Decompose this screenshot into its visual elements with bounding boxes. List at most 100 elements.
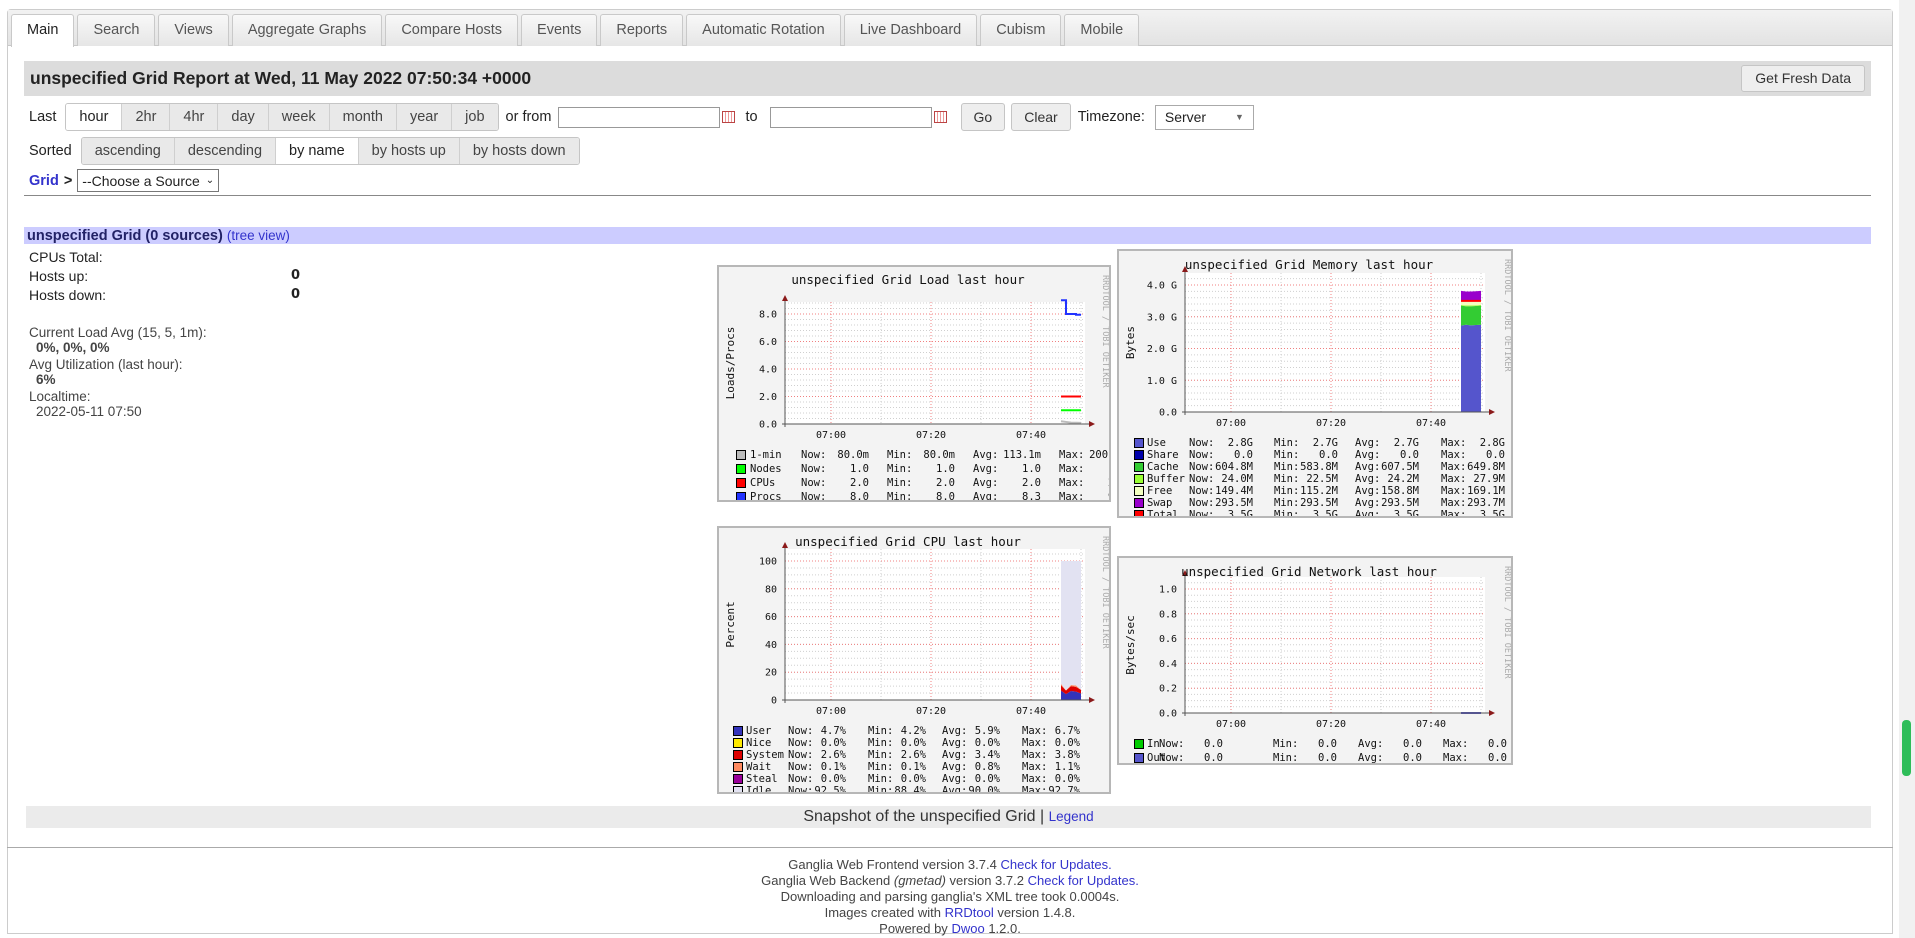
legend-avg-label: Avg: <box>973 477 999 489</box>
tab-events[interactable]: Events <box>521 14 598 46</box>
legend-now-value: 8.0 <box>850 491 869 502</box>
x-tick-label: 07:20 <box>916 430 946 441</box>
footer: Ganglia Web Frontend version 3.7.4 Check… <box>7 857 1893 937</box>
legend-max-value: 293.7M <box>1467 497 1505 509</box>
y-axis-label: Bytes/sec <box>1124 615 1137 675</box>
legend-max-value: 6.7% <box>1054 725 1080 737</box>
range-month[interactable]: month <box>329 104 397 130</box>
range-hour[interactable]: hour <box>66 104 123 130</box>
legend-avg-value: 0.8% <box>974 761 1000 773</box>
legend-avg-label: Avg: <box>1358 752 1384 764</box>
legend-row: Wait Now: 0.1% Min: 0.1% Avg: 0.8% Max: 1.1% <box>719 761 1109 773</box>
range-year[interactable]: year <box>396 104 453 130</box>
legend-avg-value: 158.8M <box>1381 485 1419 497</box>
page-scrollbar[interactable] <box>1899 0 1915 938</box>
tab-live-dashboard[interactable]: Live Dashboard <box>843 14 978 46</box>
legend-series-name: Procs <box>750 491 782 502</box>
y-tick-label: 2.0 <box>759 392 777 403</box>
range-4hr[interactable]: 4hr <box>170 104 219 130</box>
cpu-graph[interactable]: 0 20 40 60 80 100 07:00 07:20 07:40 unspecified G… <box>717 526 1111 794</box>
range-2hr[interactable]: 2hr <box>122 104 171 130</box>
memory-graph[interactable]: 0.0 1.0 G 2.0 G 3.0 G 4.0 G 07:00 07:20 07:40 un… <box>1117 249 1513 518</box>
tab-aggregate-graphs[interactable]: Aggregate Graphs <box>231 14 383 46</box>
range-day[interactable]: day <box>218 104 269 130</box>
legend-max-value: 9.0 <box>1108 491 1109 500</box>
tab-automatic-rotation[interactable]: Automatic Rotation <box>686 14 841 46</box>
load-avg-value: 0%, 0%, 0% <box>36 340 110 355</box>
legend-avg-label: Avg: <box>942 761 968 773</box>
utilization-label: Avg Utilization (last hour): <box>29 357 183 372</box>
legend-avg-label: Avg: <box>973 449 999 461</box>
from-date-input[interactable] <box>558 106 721 128</box>
calendar-icon[interactable] <box>722 111 736 123</box>
legend-max-value: 0.0% <box>1054 737 1080 749</box>
frontend-check-updates-link[interactable]: Check for Updates. <box>1000 857 1111 872</box>
legend-min-label: Min: <box>868 785 894 794</box>
tab-views[interactable]: Views <box>158 14 229 46</box>
tree-view-link[interactable]: (tree view) <box>227 228 290 243</box>
legend-series-name: System <box>746 749 784 761</box>
y-axis-label: Percent <box>724 601 737 647</box>
cpus-total-label: CPUs Total: <box>29 249 103 265</box>
timezone-select[interactable]: Server ▼ <box>1154 104 1254 130</box>
legend-min-label: Min: <box>887 449 913 461</box>
clear-button[interactable]: Clear <box>1011 103 1071 131</box>
legend-avg-label: Avg: <box>1355 461 1381 473</box>
get-fresh-data-button[interactable]: Get Fresh Data <box>1741 65 1865 92</box>
legend-now-label: Now: <box>1189 461 1215 473</box>
legend-link[interactable]: Legend <box>1049 809 1094 824</box>
range-week[interactable]: week <box>268 104 330 130</box>
legend-min-label: Min: <box>1273 738 1299 750</box>
legend-avg-label: Avg: <box>942 749 968 761</box>
go-button[interactable]: Go <box>960 103 1006 131</box>
scrollbar-thumb[interactable] <box>1902 720 1911 776</box>
dwoo-link[interactable]: Dwoo <box>951 921 984 936</box>
tab-search[interactable]: Search <box>77 14 156 46</box>
series-area-idle <box>1061 561 1081 691</box>
legend-max-label: Max: <box>1441 485 1467 497</box>
page-title: unspecified Grid Report at Wed, 11 May 2… <box>30 68 532 88</box>
y-axis-arrow-icon <box>782 295 788 301</box>
source-select-value: --Choose a Source <box>82 172 200 189</box>
legend-min-value: 0.0 <box>1318 752 1337 764</box>
legend-now-value: 0.1% <box>820 761 846 773</box>
timezone-value: Server <box>1164 109 1207 125</box>
tab-compare-hosts[interactable]: Compare Hosts <box>385 14 519 46</box>
sort-by-hosts-down[interactable]: by hosts down <box>459 138 579 164</box>
legend-avg-value: 3.5G <box>1393 509 1419 518</box>
legend-row: 1-min Now: 80.0m Min: 80.0m Avg: 113.1m Max: 200… <box>719 449 1109 461</box>
legend-max-label: Max: <box>1443 738 1469 750</box>
legend-max-label: Max: <box>1059 491 1085 502</box>
rrdtool-link[interactable]: RRDtool <box>945 905 994 920</box>
sort-by-hosts-up[interactable]: by hosts up <box>358 138 460 164</box>
x-tick-label: 07:20 <box>916 706 946 717</box>
y-axis-arrow-icon <box>782 542 788 548</box>
tab-mobile[interactable]: Mobile <box>1064 14 1140 46</box>
calendar-icon[interactable] <box>933 111 947 123</box>
legend-now-value: 4.7% <box>820 725 846 737</box>
legend-avg-label: Avg: <box>1355 473 1381 485</box>
load-graph[interactable]: 0.0 2.0 4.0 6.0 8.0 07:00 07:20 07:40 unspecifie… <box>717 265 1111 502</box>
tab-cubism[interactable]: Cubism <box>980 14 1062 46</box>
legend-series-name: Total <box>1147 509 1179 518</box>
grid-link[interactable]: Grid <box>29 173 59 189</box>
sort-by-name[interactable]: by name <box>276 138 359 164</box>
legend-row: Idle Now: 92.5% Min: 88.4% Avg: 90.0% Max: 92.7% <box>719 785 1109 794</box>
backend-check-updates-link[interactable]: Check for Updates. <box>1028 873 1139 888</box>
graph-title: unspecified Grid CPU last hour <box>795 534 1021 549</box>
legend-avg-value: 293.5M <box>1381 497 1419 509</box>
tab-main[interactable]: Main <box>11 14 75 47</box>
legend-min-label: Min: <box>1274 437 1300 449</box>
tab-reports[interactable]: Reports <box>600 14 684 46</box>
network-graph[interactable]: 0.0 0.2 0.4 0.6 0.8 1.0 07:00 07:20 07:40 unspeci… <box>1117 556 1513 765</box>
sort-descending[interactable]: descending <box>174 138 277 164</box>
sort-ascending[interactable]: ascending <box>81 138 175 164</box>
range-job[interactable]: job <box>452 104 498 130</box>
source-select[interactable]: --Choose a Source ⌄ <box>77 169 220 192</box>
to-date-input[interactable] <box>769 106 932 128</box>
legend-max-value: 0.0 <box>1486 449 1505 461</box>
legend-now-value: 293.5M <box>1215 497 1253 509</box>
legend-max-label: Max: <box>1022 737 1048 749</box>
legend-min-value: 8.0 <box>936 491 955 502</box>
legend-swatch <box>1134 474 1144 484</box>
